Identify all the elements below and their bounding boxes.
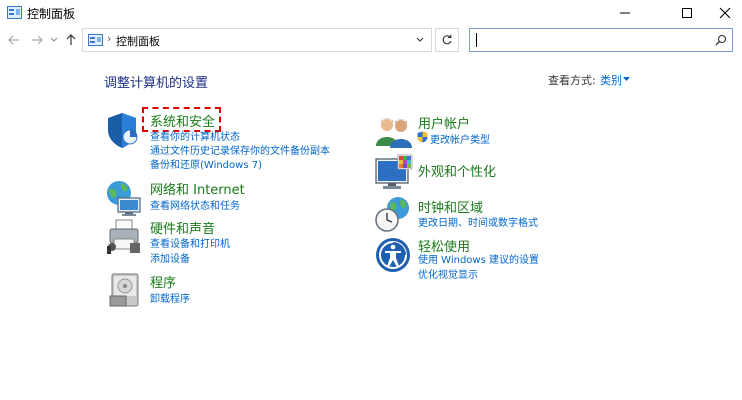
recent-locations-button[interactable] [49,32,59,48]
link-devices-printers[interactable]: 查看设备和打印机 [150,235,230,250]
link-change-date-time[interactable]: 更改日期、时间或数字格式 [418,214,538,229]
address-bar[interactable]: › 控制面板 [82,28,432,52]
shield-icon[interactable] [104,110,144,150]
category-network-internet[interactable]: 网络和 Internet [150,179,245,198]
users-icon[interactable] [374,112,414,152]
link-optimize-visual-display[interactable]: 优化视觉显示 [418,266,478,281]
refresh-button[interactable] [435,28,459,52]
breadcrumb-separator[interactable]: › [107,32,111,45]
chevron-down-icon[interactable] [623,77,630,82]
search-input[interactable] [472,31,702,49]
close-icon [719,7,731,19]
printer-icon[interactable] [104,217,144,257]
arrow-right-icon [32,35,43,45]
window-title: 控制面板 [27,7,76,21]
search-box[interactable] [469,28,733,52]
up-button[interactable] [63,32,79,48]
control-panel-icon [7,6,22,19]
chevron-down-icon [50,37,58,42]
page-heading: 调整计算机的设置 [104,76,209,91]
minimize-icon [620,12,630,14]
search-icon[interactable] [715,34,727,46]
navigation-bar: › 控制面板 [0,26,742,54]
link-change-account-type[interactable]: 更改帐户类型 [430,131,490,146]
appearance-icon[interactable] [374,153,414,193]
link-uninstall-program[interactable]: 卸载程序 [150,290,190,305]
chevron-down-icon[interactable] [415,35,425,45]
view-by-label: 查看方式: [548,74,596,87]
clock-globe-icon[interactable] [374,194,414,234]
category-appearance-personalization[interactable]: 外观和个性化 [418,161,496,180]
link-add-device[interactable]: 添加设备 [150,250,190,265]
view-by-dropdown[interactable]: 类别 [600,72,622,88]
link-windows-recommended-settings[interactable]: 使用 Windows 建议的设置 [418,251,539,266]
category-user-accounts[interactable]: 用户帐户 [418,113,470,132]
link-view-computer-status[interactable]: 查看你的计算机状态 [150,128,240,143]
close-button[interactable] [702,0,742,26]
globe-network-icon[interactable] [104,178,144,218]
link-file-history[interactable]: 通过文件历史记录保存你的文件备份副本 [150,142,330,157]
link-backup-restore[interactable]: 备份和还原(Windows 7) [150,156,262,171]
control-panel-icon [88,34,103,46]
maximize-icon [682,8,692,18]
ease-of-access-icon[interactable] [374,236,414,276]
category-programs[interactable]: 程序 [150,272,176,291]
arrow-left-icon [8,35,19,45]
back-button[interactable] [6,32,22,48]
title-bar: 控制面板 [0,0,742,26]
refresh-icon [442,34,452,45]
programs-icon[interactable] [104,270,144,310]
forward-button[interactable] [29,32,45,48]
breadcrumb-control-panel[interactable]: 控制面板 [116,33,160,49]
arrow-up-icon [66,34,76,45]
minimize-button[interactable] [602,0,648,26]
link-network-status[interactable]: 查看网络状态和任务 [150,197,240,212]
uac-shield-icon [417,131,428,143]
text-caret [476,33,477,47]
